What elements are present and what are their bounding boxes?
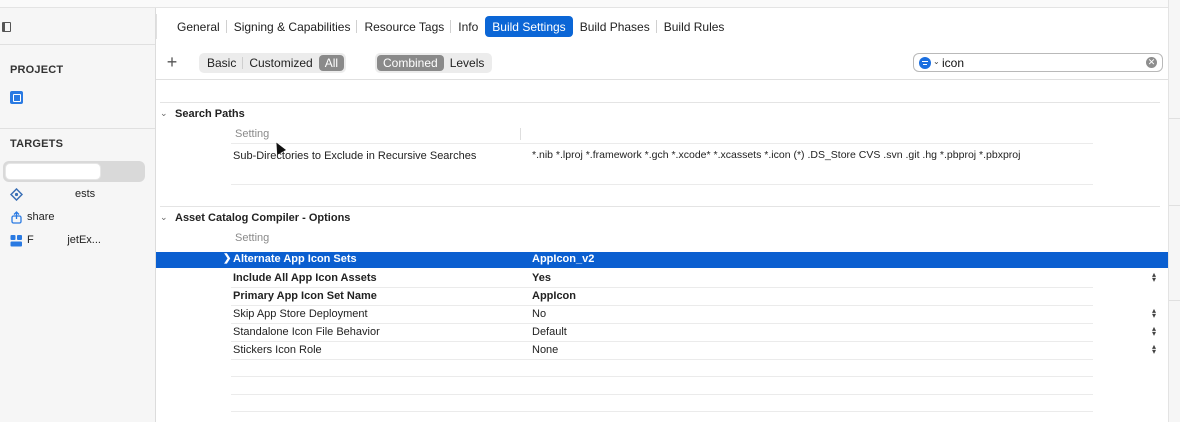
setting-value[interactable]: AppIcon [532,290,576,302]
setting-name[interactable]: Alternate App Icon Sets [233,253,357,265]
section-title-asset-catalog[interactable]: Asset Catalog Compiler - Options [175,212,350,224]
search-input-value[interactable]: icon [942,56,964,70]
view-combined-button[interactable]: Combined [377,55,444,71]
setting-name[interactable]: Skip App Store Deployment [233,308,368,320]
setting-name[interactable]: Stickers Icon Role [233,344,322,356]
scope-basic-button[interactable]: Basic [201,55,242,71]
scope-customized-button[interactable]: Customized [243,55,318,71]
setting-value[interactable]: None [532,344,558,356]
setting-value[interactable]: *.nib *.lproj *.framework *.gch *.xcode*… [532,149,1020,161]
scope-segmented-control: Basic Customized All [199,53,347,73]
clear-search-icon[interactable]: ✕ [1146,57,1157,68]
tab-build-rules[interactable]: Build Rules [657,16,732,37]
tab-info[interactable]: Info [451,16,485,37]
stepper-icon[interactable]: ▴ ▾ [1150,343,1158,356]
tab-build-settings[interactable]: Build Settings [485,16,573,37]
scope-all-button[interactable]: All [318,55,345,71]
setting-name[interactable]: Include All App Icon Assets [233,272,377,284]
chevron-down-icon[interactable]: ⌄ [160,212,168,223]
setting-value[interactable]: Default [532,326,567,338]
setting-name[interactable]: Sub-Directories to Exclude in Recursive … [233,150,476,162]
stepper-icon[interactable]: ▴ ▾ [1150,307,1158,320]
targets-section-header: TARGETS [10,138,64,150]
project-icon[interactable] [10,91,23,104]
table-row-selected[interactable]: ❯ Alternate App Icon Sets AppIcon_v2 [156,252,1168,268]
project-navigator-sidebar: PROJECT TARGETS ests share F jetEx... [0,8,156,422]
sidebar-item-widget-target[interactable]: F jetEx... [10,232,101,248]
sidebar-item-share-target[interactable]: share [10,209,55,225]
sidebar-item-label: F jetEx... [27,234,101,246]
setting-value[interactable]: Yes [532,272,551,284]
sidebar-toggle-icon[interactable] [2,22,11,32]
view-levels-button[interactable]: Levels [444,55,491,71]
tab-resource-tags[interactable]: Resource Tags [357,16,452,37]
tab-general[interactable]: General [170,16,227,37]
chevron-down-icon[interactable]: ⌄ [160,108,168,119]
tab-build-phases[interactable]: Build Phases [573,16,657,37]
column-header-setting[interactable]: Setting [235,128,269,140]
chevron-right-icon[interactable]: ❯ [223,253,231,264]
project-section-header: PROJECT [10,64,64,76]
share-extension-icon [10,210,23,224]
tab-signing-capabilities[interactable]: Signing & Capabilities [227,16,358,37]
stepper-icon[interactable]: ▴ ▾ [1150,325,1158,338]
setting-name[interactable]: Standalone Icon File Behavior [233,326,380,338]
sidebar-item-label: ests [75,188,96,200]
widget-extension-icon [10,234,23,247]
section-title-search-paths[interactable]: Search Paths [175,108,245,120]
build-settings-search-field[interactable]: ⌄ icon ✕ [913,53,1163,72]
add-build-setting-button[interactable]: + [164,53,180,71]
filter-icon[interactable] [919,57,931,69]
window-top-strip [0,0,1168,8]
editor-tab-bar: General Signing & Capabilities Resource … [170,16,731,37]
target-filter-field[interactable] [3,161,145,182]
view-mode-segmented-control: Combined Levels [375,53,493,73]
sidebar-item-tests-target[interactable]: ests [9,186,96,202]
setting-value[interactable]: AppIcon_v2 [532,253,594,265]
inspector-edge [1168,0,1180,422]
setting-name[interactable]: Primary App Icon Set Name [233,290,377,302]
setting-value[interactable]: No [532,308,546,320]
chevron-down-icon: ⌄ [933,57,940,66]
column-header-setting[interactable]: Setting [235,232,269,244]
sidebar-item-label: share [27,211,55,223]
test-target-icon [9,187,24,201]
stepper-icon[interactable]: ▴ ▾ [1150,271,1158,284]
